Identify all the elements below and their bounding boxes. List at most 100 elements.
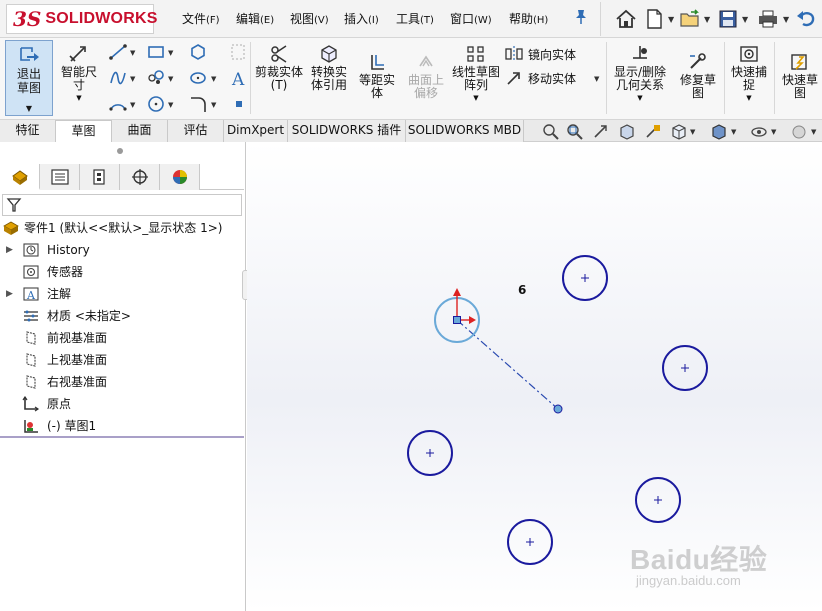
chevron-down-icon[interactable]: ▼ <box>594 75 599 83</box>
tree-item-origin[interactable]: 原点 <box>0 394 244 414</box>
tab-configuration-manager[interactable] <box>80 164 120 190</box>
hide-show-items-icon[interactable] <box>750 123 768 140</box>
rapid-sketch-button[interactable]: 快速草图 <box>778 52 822 100</box>
linear-sketch-pattern-button[interactable]: 线性草图阵列 ▼ <box>452 44 500 105</box>
view-orientation-icon[interactable] <box>670 123 688 140</box>
chevron-down-icon[interactable]: ▼ <box>130 49 135 57</box>
chevron-down-icon[interactable]: ▼ <box>742 15 748 24</box>
dynamic-annotation-icon[interactable] <box>644 123 662 140</box>
panel-grip-handle[interactable] <box>117 148 123 154</box>
zoom-to-fit-icon[interactable] <box>542 123 560 140</box>
sketch-circle[interactable] <box>507 519 553 565</box>
mirror-icon[interactable] <box>504 44 524 64</box>
slot-icon[interactable] <box>146 68 166 88</box>
repair-sketch-button[interactable]: 修复草图 <box>676 52 720 100</box>
ellipse-icon[interactable] <box>188 68 208 88</box>
tab-solidworks-addins[interactable]: SOLIDWORKS 插件 <box>288 120 406 142</box>
undo-icon[interactable] <box>795 8 817 30</box>
move-entities-icon[interactable] <box>504 68 524 88</box>
tree-item-sensors[interactable]: 传感器 <box>0 262 244 282</box>
chevron-down-icon[interactable]: ▼ <box>56 92 102 105</box>
chevron-down-icon[interactable]: ▼ <box>727 92 771 105</box>
arc-icon[interactable] <box>108 94 128 114</box>
point-icon[interactable] <box>229 94 249 114</box>
tab-solidworks-mbd[interactable]: SOLIDWORKS MBD <box>406 120 524 142</box>
display-delete-relations-button[interactable]: 显示/删除几何关系 ▼ <box>610 44 670 105</box>
tree-item-history[interactable]: ▶ History <box>0 240 244 260</box>
chevron-down-icon[interactable]: ▼ <box>771 128 776 136</box>
smart-dimension-button[interactable]: 智能尺寸 ▼ <box>56 44 102 105</box>
chevron-down-icon[interactable]: ▼ <box>211 75 216 83</box>
move-entities-button[interactable]: 移动实体 <box>528 70 576 87</box>
tab-surfaces[interactable]: 曲面 <box>112 120 168 142</box>
sketch-circle[interactable] <box>562 255 608 301</box>
polygon-icon[interactable] <box>188 42 208 62</box>
text-icon[interactable]: A <box>229 68 249 88</box>
tree-item-annotations[interactable]: ▶ A 注解 <box>0 284 244 304</box>
rectangle-icon[interactable] <box>146 42 166 62</box>
tab-dimxpert-manager[interactable] <box>120 164 160 190</box>
convert-entities-button[interactable]: 转换实体引用 <box>306 44 352 92</box>
construction-geometry-icon[interactable] <box>228 42 248 62</box>
chevron-down-icon[interactable]: ▼ <box>731 128 736 136</box>
pin-icon[interactable] <box>574 9 588 29</box>
menu-window[interactable]: 窗口(W) <box>450 10 492 27</box>
section-view-icon[interactable] <box>618 123 636 140</box>
tab-features[interactable]: 特征 <box>0 120 56 142</box>
chevron-down-icon[interactable]: ▼ <box>168 49 173 57</box>
chevron-down-icon[interactable]: ▼ <box>783 15 789 24</box>
circle-icon[interactable] <box>146 94 166 114</box>
chevron-down-icon[interactable]: ▼ <box>130 101 135 109</box>
menu-edit[interactable]: 编辑(E) <box>236 10 274 27</box>
display-style-icon[interactable] <box>710 123 728 140</box>
quick-snaps-button[interactable]: 快速捕捉 ▼ <box>727 44 771 105</box>
line-icon[interactable] <box>108 42 128 62</box>
mirror-entities-button[interactable]: 镜向实体 <box>528 46 576 63</box>
chevron-down-icon[interactable]: ▼ <box>452 92 500 105</box>
offset-entities-button[interactable]: 等距实体 <box>355 52 399 100</box>
tree-item-front-plane[interactable]: 前视基准面 <box>0 328 244 348</box>
menu-insert[interactable]: 插入(I) <box>344 10 379 27</box>
tree-filter-field[interactable] <box>2 194 242 216</box>
tree-item-sketch1[interactable]: (-) 草图1 <box>0 416 244 436</box>
appearance-icon[interactable] <box>790 123 808 140</box>
dimension-value[interactable]: 6 <box>518 283 526 297</box>
solidworks-logo[interactable]: 3S SOLIDWORKS <box>6 4 157 34</box>
chevron-down-icon[interactable]: ▼ <box>130 75 135 83</box>
new-document-icon[interactable] <box>643 8 665 30</box>
chevron-down-icon[interactable]: ▼ <box>610 92 670 105</box>
expand-arrow-icon[interactable]: ▶ <box>6 240 13 260</box>
expand-arrow-icon[interactable]: ▶ <box>6 284 13 304</box>
fillet-icon[interactable] <box>188 94 208 114</box>
origin-point[interactable] <box>453 316 461 324</box>
tree-item-right-plane[interactable]: 右视基准面 <box>0 372 244 392</box>
centerline-endpoint[interactable] <box>553 404 563 414</box>
open-folder-icon[interactable] <box>679 8 701 30</box>
chevron-down-icon[interactable]: ▼ <box>211 101 216 109</box>
tree-item-top-plane[interactable]: 上视基准面 <box>0 350 244 370</box>
menu-help[interactable]: 帮助(H) <box>509 10 548 27</box>
menu-tools[interactable]: 工具(T) <box>396 10 434 27</box>
surface-offset-button[interactable]: 曲面上偏移 <box>403 52 449 100</box>
chevron-down-icon[interactable]: ▼ <box>690 128 695 136</box>
exit-sketch-button[interactable]: 退出草图 ▼ <box>5 40 53 116</box>
tab-property-manager[interactable] <box>40 164 80 190</box>
tab-sketch[interactable]: 草图 <box>56 120 112 142</box>
print-icon[interactable] <box>757 8 779 30</box>
menu-file[interactable]: 文件(F) <box>182 10 220 27</box>
spline-icon[interactable] <box>108 68 128 88</box>
tab-evaluate[interactable]: 评估 <box>168 120 224 142</box>
tab-dimxpert[interactable]: DimXpert <box>224 120 288 142</box>
trim-entities-button[interactable]: 剪裁实体 (T) <box>254 44 304 92</box>
home-icon[interactable] <box>615 8 637 30</box>
tree-item-material[interactable]: 材质 <未指定> <box>0 306 244 326</box>
tree-root-part[interactable]: 零件1 (默认<<默认>_显示状态 1>) <box>0 218 244 238</box>
sketch-circle[interactable] <box>662 345 708 391</box>
tab-feature-manager-tree[interactable] <box>0 164 40 190</box>
chevron-down-icon[interactable]: ▼ <box>668 15 674 24</box>
sketch-circle[interactable] <box>407 430 453 476</box>
chevron-down-icon[interactable]: ▼ <box>6 104 52 113</box>
tree-rollback-bar[interactable] <box>0 436 244 438</box>
chevron-down-icon[interactable]: ▼ <box>704 15 710 24</box>
chevron-down-icon[interactable]: ▼ <box>811 128 816 136</box>
